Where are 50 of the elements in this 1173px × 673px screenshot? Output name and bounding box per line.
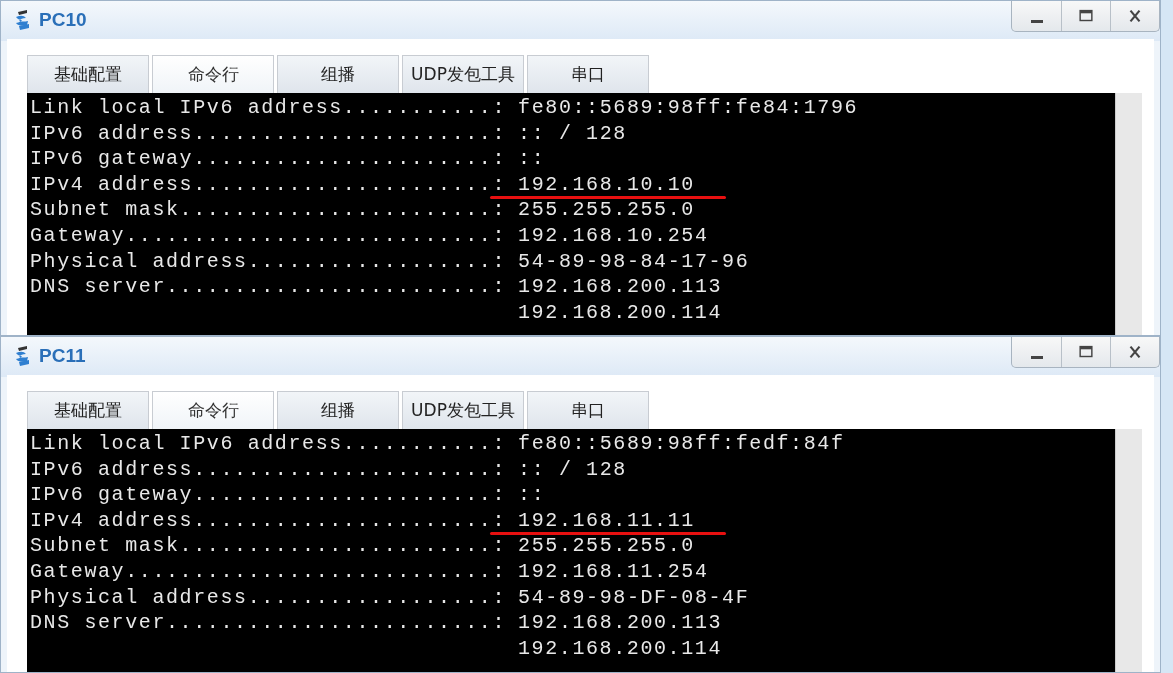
field-value: 192.168.200.113 [518,610,723,636]
tab[interactable]: 组播 [277,391,399,429]
field-value: :: / 128 [518,120,627,147]
tab[interactable]: 命令行 [152,55,274,93]
field-value: 192.168.10.10 [518,171,695,198]
field-value: 54-89-98-DF-08-4F [518,584,750,611]
field-label: DNS server........................: [30,274,507,300]
field-label: Link local IPv6 address...........: [30,431,507,457]
minimize-icon [1030,19,1043,23]
field-value: :: [518,146,546,172]
field-value: :: / 128 [518,456,627,483]
window-title: PC10 [39,9,87,31]
tab[interactable]: 组播 [277,55,399,93]
field-label: IPv4 address......................: [30,507,507,534]
field-value: fe80::5689:98ff:fe84:1796 [518,95,859,121]
tab[interactable]: 串口 [527,391,649,429]
field-value: fe80::5689:98ff:fedf:84f [518,431,845,457]
field-value: 54-89-98-84-17-96 [518,248,750,275]
tab[interactable]: UDP发包工具 [402,55,524,93]
field-label: Gateway...........................: [30,222,507,249]
field-label: IPv6 gateway......................: [30,482,507,508]
field-label: Link local IPv6 address...........: [30,95,507,121]
field-value: :: [518,482,546,508]
scrollbar[interactable] [1115,93,1142,335]
field-label: Subnet mask.......................: [30,533,507,559]
field-value: 192.168.11.11 [518,507,695,534]
tab[interactable]: 串口 [527,55,649,93]
scrollbar[interactable] [1115,429,1142,672]
field-label: DNS server........................: [30,610,507,636]
field-value: 192.168.200.113 [518,274,723,300]
tab[interactable]: UDP发包工具 [402,391,524,429]
window-title: PC11 [39,345,86,367]
field-value: 255.255.255.0 [518,197,695,223]
field-label: IPv6 address......................: [30,456,507,483]
field-value: 192.168.11.254 [518,558,709,585]
field-label: Physical address..................: [30,248,507,275]
field-label: IPv4 address......................: [30,171,507,198]
field-value: 192.168.10.254 [518,222,709,249]
field-label: Physical address..................: [30,584,507,611]
field-value: 192.168.200.114 [518,299,723,326]
field-label: Subnet mask.......................: [30,197,507,223]
tab[interactable]: 命令行 [152,391,274,429]
field-value: 192.168.200.114 [518,635,723,662]
tab[interactable]: 基础配置 [27,391,149,429]
minimize-icon [1030,355,1043,359]
field-label: IPv6 gateway......................: [30,146,507,172]
field-label: Gateway...........................: [30,558,507,585]
field-label: IPv6 address......................: [30,120,507,147]
tab[interactable]: 基础配置 [27,55,149,93]
field-value: 255.255.255.0 [518,533,695,559]
